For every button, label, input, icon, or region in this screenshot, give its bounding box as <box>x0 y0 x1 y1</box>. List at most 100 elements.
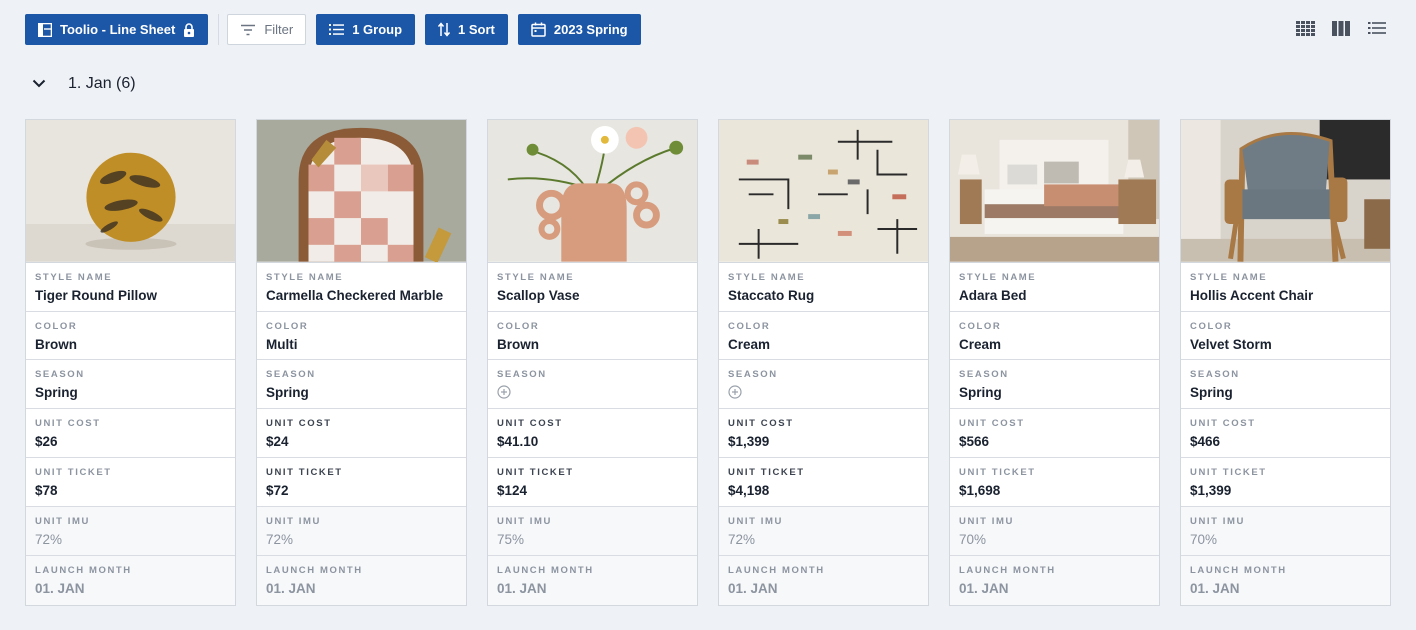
launch-month-value: 01. JAN <box>266 581 316 597</box>
field-label: UNIT IMU <box>497 516 553 528</box>
calendar-icon <box>531 22 546 37</box>
style-name-value: Hollis Accent Chair <box>1190 287 1314 303</box>
product-card[interactable]: STYLE NAME Staccato Rug COLOR Cream SEAS… <box>718 119 929 606</box>
product-image <box>719 120 928 263</box>
unit-cost-field[interactable]: UNIT COST $41.10 <box>488 409 697 459</box>
style-name-field[interactable]: STYLE NAME Staccato Rug <box>719 262 928 312</box>
field-label: SEASON <box>35 369 85 381</box>
unit-cost-field[interactable]: UNIT COST $466 <box>1181 409 1390 459</box>
field-label: COLOR <box>497 320 540 332</box>
color-field[interactable]: COLOR Brown <box>488 311 697 361</box>
style-name-value: Scallop Vase <box>497 287 580 303</box>
launch-month-value: 01. JAN <box>35 581 85 597</box>
grid-view-icon[interactable] <box>1296 21 1318 37</box>
season-field[interactable]: SEASON <box>488 360 697 410</box>
season-field[interactable]: SEASON Spring <box>1181 360 1390 410</box>
launch-month-value: 01. JAN <box>728 581 778 597</box>
unit-cost-field[interactable]: UNIT COST $26 <box>26 409 235 459</box>
season-value: Spring <box>959 385 1002 401</box>
color-field[interactable]: COLOR Multi <box>257 311 466 361</box>
style-name-field[interactable]: STYLE NAME Scallop Vase <box>488 262 697 312</box>
season-label: 2023 Spring <box>553 22 628 37</box>
unit-cost-field[interactable]: UNIT COST $24 <box>257 409 466 459</box>
product-card[interactable]: STYLE NAME Carmella Checkered Marble COL… <box>256 119 467 606</box>
color-value: Brown <box>35 336 77 352</box>
style-name-value: Carmella Checkered Marble <box>266 287 444 303</box>
launch-month-field: LAUNCH MONTH 01. JAN <box>26 556 235 606</box>
plus-circle-icon[interactable] <box>728 385 742 400</box>
plus-circle-icon[interactable] <box>497 385 511 400</box>
field-label: UNIT TICKET <box>35 467 112 479</box>
color-field[interactable]: COLOR Velvet Storm <box>1181 311 1390 361</box>
field-label: LAUNCH MONTH <box>497 565 594 577</box>
sort-button[interactable]: 1 Sort <box>425 14 508 45</box>
unit-imu-value: 72% <box>728 532 756 548</box>
unit-cost-value: $24 <box>266 434 289 450</box>
unit-cost-field[interactable]: UNIT COST $1,399 <box>719 409 928 459</box>
field-label: SEASON <box>728 369 778 381</box>
unit-imu-value: 72% <box>35 532 63 548</box>
field-label: SEASON <box>266 369 316 381</box>
unit-ticket-field[interactable]: UNIT TICKET $1,399 <box>1181 458 1390 508</box>
unit-ticket-field[interactable]: UNIT TICKET $72 <box>257 458 466 508</box>
style-name-field[interactable]: STYLE NAME Hollis Accent Chair <box>1181 262 1390 312</box>
chevron-down-icon[interactable] <box>32 75 46 93</box>
launch-month-field: LAUNCH MONTH 01. JAN <box>950 556 1159 606</box>
color-field[interactable]: COLOR Cream <box>950 311 1159 361</box>
unit-ticket-field[interactable]: UNIT TICKET $124 <box>488 458 697 508</box>
product-card[interactable]: STYLE NAME Hollis Accent Chair COLOR Vel… <box>1180 119 1391 606</box>
unit-imu-field: UNIT IMU 70% <box>950 507 1159 557</box>
unit-ticket-value: $1,399 <box>1190 483 1232 499</box>
unit-ticket-field[interactable]: UNIT TICKET $78 <box>26 458 235 508</box>
layout-icon <box>38 22 52 37</box>
unit-ticket-value: $124 <box>497 483 528 499</box>
season-field[interactable]: SEASON Spring <box>26 360 235 410</box>
unit-cost-field[interactable]: UNIT COST $566 <box>950 409 1159 459</box>
product-image <box>950 120 1159 263</box>
season-button[interactable]: 2023 Spring <box>517 14 641 45</box>
style-name-field[interactable]: STYLE NAME Tiger Round Pillow <box>26 262 235 312</box>
product-image <box>488 120 697 263</box>
color-field[interactable]: COLOR Brown <box>26 311 235 361</box>
group-title: 1. Jan (6) <box>68 75 136 92</box>
column-view-icon[interactable] <box>1332 21 1354 37</box>
unit-ticket-value: $72 <box>266 483 289 499</box>
style-name-field[interactable]: STYLE NAME Adara Bed <box>950 262 1159 312</box>
group-label: 1 Group <box>352 22 403 37</box>
field-label: UNIT IMU <box>266 516 322 528</box>
launch-month-field: LAUNCH MONTH 01. JAN <box>257 556 466 606</box>
product-card[interactable]: STYLE NAME Scallop Vase COLOR Brown SEAS… <box>487 119 698 606</box>
field-label: STYLE NAME <box>266 271 344 283</box>
unit-imu-field: UNIT IMU 72% <box>719 507 928 557</box>
line-sheet-label: Toolio - Line Sheet <box>60 22 176 37</box>
product-card[interactable]: STYLE NAME Tiger Round Pillow COLOR Brow… <box>25 119 236 606</box>
unit-imu-field: UNIT IMU 75% <box>488 507 697 557</box>
field-label: UNIT COST <box>497 418 563 430</box>
unit-ticket-field[interactable]: UNIT TICKET $4,198 <box>719 458 928 508</box>
season-field[interactable]: SEASON <box>719 360 928 410</box>
field-label: COLOR <box>959 320 1002 332</box>
season-field[interactable]: SEASON Spring <box>257 360 466 410</box>
list-view-icon[interactable] <box>1368 21 1390 37</box>
color-value: Brown <box>497 336 539 352</box>
group-button[interactable]: 1 Group <box>316 14 416 45</box>
field-label: UNIT TICKET <box>728 467 805 479</box>
field-label: UNIT IMU <box>35 516 91 528</box>
unit-ticket-field[interactable]: UNIT TICKET $1,698 <box>950 458 1159 508</box>
product-card[interactable]: STYLE NAME Adara Bed COLOR Cream SEASON … <box>949 119 1160 606</box>
season-value: Spring <box>266 385 309 401</box>
field-label: UNIT COST <box>728 418 794 430</box>
season-field[interactable]: SEASON Spring <box>950 360 1159 410</box>
filter-button[interactable]: Filter <box>227 14 307 45</box>
field-label: STYLE NAME <box>35 271 113 283</box>
unit-cost-value: $566 <box>959 434 990 450</box>
sort-icon <box>438 22 451 37</box>
toolbar-divider <box>218 14 220 45</box>
color-field[interactable]: COLOR Cream <box>719 311 928 361</box>
style-name-field[interactable]: STYLE NAME Carmella Checkered Marble <box>257 262 466 312</box>
line-sheet-button[interactable]: Toolio - Line Sheet <box>25 14 209 45</box>
launch-month-field: LAUNCH MONTH 01. JAN <box>719 556 928 606</box>
group-header[interactable]: 1. Jan (6) <box>32 72 136 96</box>
style-name-value: Adara Bed <box>959 287 1027 303</box>
color-value: Cream <box>728 336 771 352</box>
